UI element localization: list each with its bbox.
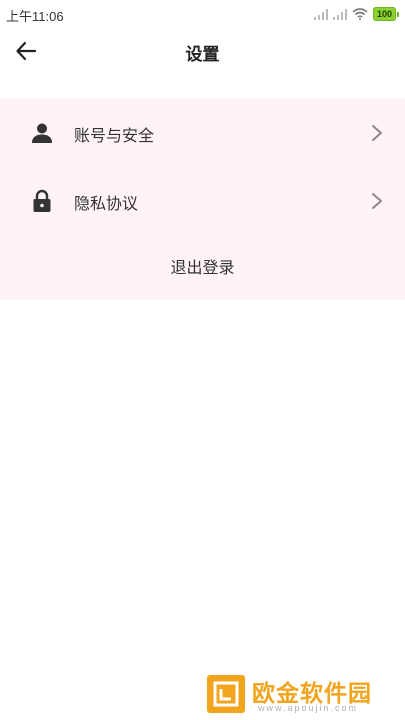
page-title: 设置 — [185, 45, 220, 65]
signal-icon — [332, 8, 347, 20]
title-bar: 设置 — [0, 28, 405, 74]
setting-label-privacy-policy: 隐私协议 — [74, 194, 139, 213]
watermark-logo — [207, 675, 245, 713]
setting-label-account-security: 账号与安全 — [74, 126, 155, 145]
watermark: 欧金软件园 www.apoujin.com — [206, 672, 396, 716]
watermark-url: www.apoujin.com — [258, 703, 359, 713]
battery-icon: 100 — [372, 7, 399, 21]
battery-tip — [397, 11, 399, 17]
chevron-right-icon — [372, 193, 382, 209]
battery-level: 100 — [372, 7, 396, 21]
status-time: 上午11:06 — [6, 9, 64, 24]
settings-panel: 账号与安全 隐私协议 退出登录 — [0, 98, 405, 300]
status-bar: 上午11:06 100 — [0, 0, 405, 28]
lock-icon — [33, 189, 51, 212]
setting-item-account-security[interactable]: 账号与安全 — [0, 100, 405, 166]
logout-button[interactable]: 退出登录 — [0, 248, 405, 288]
person-icon — [32, 123, 52, 143]
chevron-right-icon — [372, 125, 382, 141]
wifi-icon — [352, 8, 368, 20]
setting-item-privacy-policy[interactable]: 隐私协议 — [0, 168, 405, 234]
status-icons: 100 — [313, 5, 399, 23]
signal-icon — [313, 8, 328, 20]
